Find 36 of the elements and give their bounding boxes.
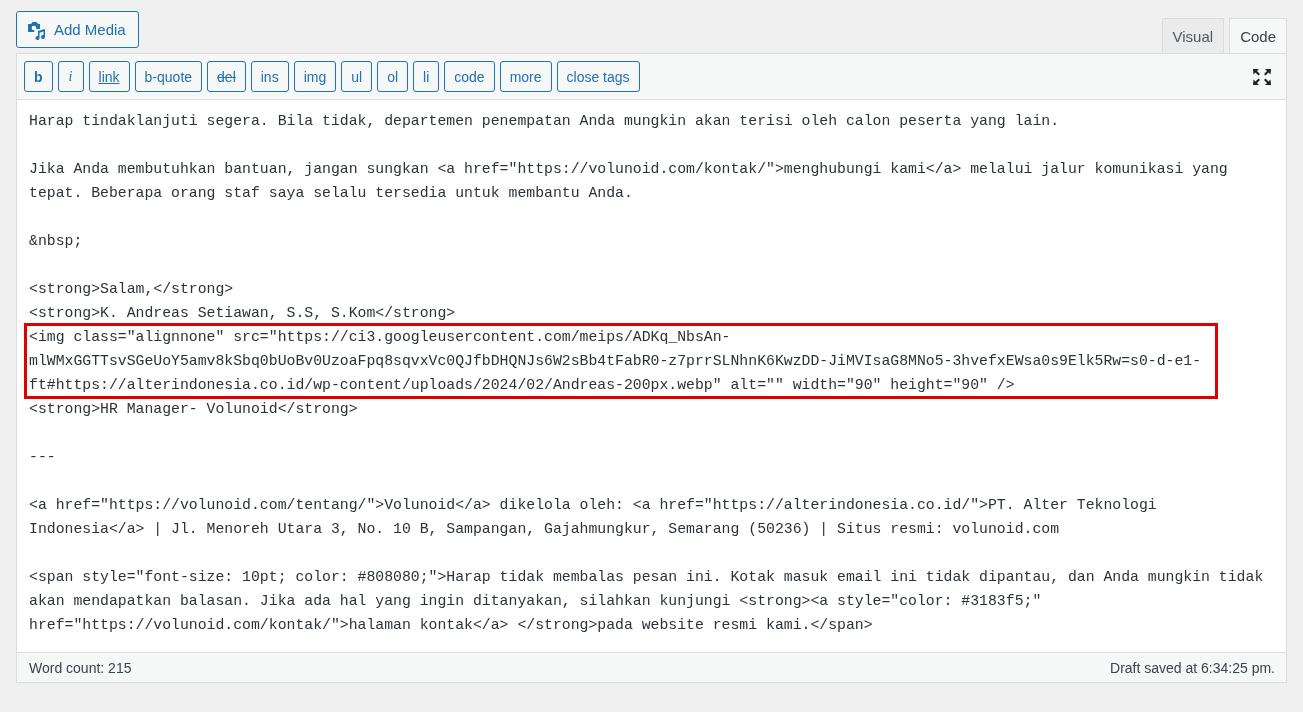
code-line: <strong>K. Andreas Setiawan, S.S, S.Kom</strong> — [29, 304, 457, 323]
code-line: <strong>Salam,</strong> — [29, 280, 235, 299]
format-button[interactable]: code — [444, 61, 495, 92]
code-line: <img class="alignnone" src="https://ci3.googleusercontent.com/meips/ADKq_NbsAn- — [29, 328, 732, 347]
code-line: <strong>HR Manager- Volunoid</strong> — [29, 400, 359, 419]
code-line: mlWMxGGTTsvSGeUoY5amv8kSbq0bUoBv0UzoaFpq8sqvxVc0QJfbDHQNJs6W2sBb4tFabR0-z7prrSLNhnK6KwzDD-JiMVIsaG8MNo5-3hvefxEWsa0s9Elk5Rw=s0-d-e1- — [29, 352, 1203, 371]
code-line: akan mendapatkan balasan. Jika ada hal yang ingin ditanyakan, silahkan kunjungi <strong><a style="color: #3183f5;" — [29, 592, 1043, 611]
code-line: <span style="font-size: 10pt; color: #808080;">Harap tidak membalas pesan ini. Kotak masuk email ini tidak dipantau, dan Anda mungkin tidak — [29, 568, 1265, 587]
format-button[interactable]: li — [413, 61, 440, 92]
editor-tab[interactable]: Visual — [1161, 18, 1225, 53]
code-line: Indonesia</a> | Jl. Menoreh Utara 3, No. 10 B, Sampangan, Gajahmungkur, Semarang (50236) | Situs resmi: volunoid.com — [29, 520, 1061, 539]
format-button[interactable]: more — [499, 61, 552, 92]
code-line: ft#https://alterindonesia.co.id/wp-content/uploads/2024/02/Andreas-200px.webp" alt="" width="90" height="90" /> — [29, 376, 1016, 395]
format-button[interactable]: close tags — [556, 61, 640, 92]
code-line: Jika Anda membutuhkan bantuan, jangan sungkan <a href="https://volunoid.com/kontak/">menghubungi kami</a> melalui jalur komunikasi yang — [29, 160, 1229, 179]
editor-tab[interactable]: Code — [1229, 18, 1287, 53]
format-button[interactable]: ol — [377, 61, 409, 92]
format-button[interactable]: i — [57, 61, 84, 92]
fullscreen-icon[interactable] — [1252, 67, 1272, 86]
draft-status: Draft saved at 6:34:25 pm. — [1110, 659, 1275, 676]
code-line: <a href="https://volunoid.com/tentang/">Volunoid</a> dikelola oleh: <a href="https://alterindonesia.co.id/">PT. Alter Teknologi — [29, 496, 1158, 515]
add-media-button[interactable]: Add Media — [16, 11, 139, 48]
code-line: href="https://volunoid.com/kontak/">halaman kontak</a> </strong>pada website resmi kami.</span> — [29, 616, 874, 635]
code-line: Harap tindaklanjuti segera. Bila tidak, departemen penempatan Anda mungkin akan terisi oleh calon peserta yang lain. — [29, 112, 1061, 131]
format-button[interactable]: del — [207, 61, 246, 92]
format-button[interactable]: b — [24, 61, 53, 92]
format-button[interactable]: ul — [341, 61, 373, 92]
code-line: --- — [29, 448, 57, 467]
format-button[interactable]: ins — [250, 61, 289, 92]
format-button[interactable]: img — [293, 61, 337, 92]
code-line: tepat. Beberapa orang staf saya selalu tersedia untuk membantu Anda. — [29, 184, 634, 203]
word-count: Word count: 215 — [29, 659, 132, 676]
media-icon — [27, 19, 47, 40]
format-button[interactable]: link — [88, 61, 130, 92]
code-line: &nbsp; — [29, 232, 84, 251]
format-button[interactable]: b-quote — [134, 61, 203, 92]
